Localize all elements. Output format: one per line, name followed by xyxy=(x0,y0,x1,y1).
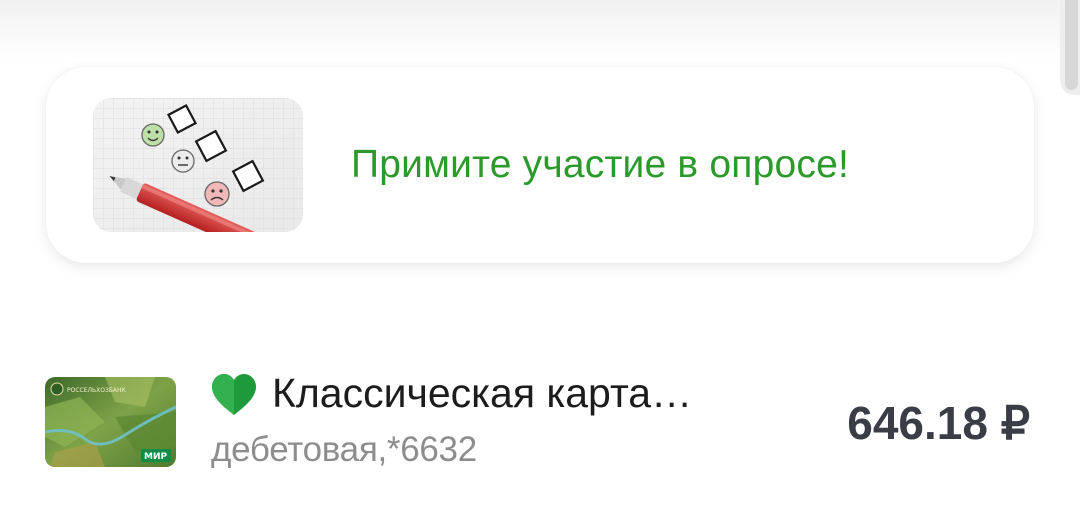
top-shade xyxy=(0,0,1080,60)
screen: Примите участие в опросе! РОССЕЛЬХОЗБАНК… xyxy=(0,0,1080,517)
account-balance: 646.18 ₽ xyxy=(847,397,1030,449)
bank-logo-text: РОССЕЛЬХОЗБАНК xyxy=(67,387,127,394)
scrollbar-thumb[interactable] xyxy=(1065,0,1078,90)
survey-invite-text: Примите участие в опросе! xyxy=(351,143,850,186)
account-list-item[interactable]: РОССЕЛЬХОЗБАНК МИР Классическая карта… д… xyxy=(0,360,1080,490)
survey-checklist-image xyxy=(93,98,303,232)
account-type-number: дебетовая,*6632 xyxy=(211,430,477,469)
card-brand-text: МИР xyxy=(144,452,167,462)
bank-card-image: РОССЕЛЬХОЗБАНК МИР xyxy=(45,377,176,467)
survey-banner-card[interactable]: Примите участие в опросе! xyxy=(46,67,1034,263)
green-heart-icon xyxy=(211,374,257,416)
account-name: Классическая карта… xyxy=(272,370,693,416)
